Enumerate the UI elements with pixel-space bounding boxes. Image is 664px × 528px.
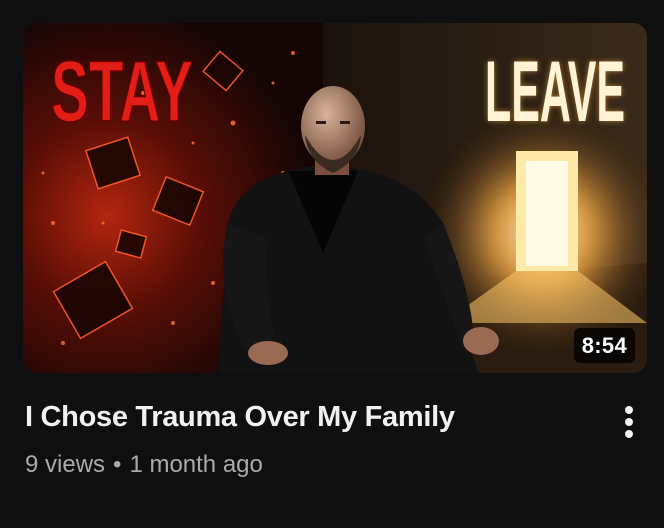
video-card[interactable]: STAY LEAVE LEAVE 8:54 I Chose Trauma Ove… <box>0 0 664 528</box>
thumbnail-stay-text: STAY <box>51 44 193 140</box>
vertical-ellipsis-icon-dot <box>625 418 633 426</box>
duration-badge: 8:54 <box>573 328 635 363</box>
meta-separator: • <box>113 451 122 478</box>
vertical-ellipsis-icon-dot <box>625 430 633 438</box>
vertical-ellipsis-icon <box>625 406 633 414</box>
view-count: 9 views <box>25 451 106 478</box>
thumbnail-artwork: STAY LEAVE LEAVE <box>23 23 647 373</box>
upload-age: 1 month ago <box>129 451 263 478</box>
thumbnail-leave-text: LEAVE <box>485 44 625 140</box>
video-metadata: 9 views • 1 month ago <box>25 451 263 479</box>
more-options-button[interactable] <box>612 402 646 442</box>
video-title[interactable]: I Chose Trauma Over My Family <box>25 401 455 434</box>
video-thumbnail[interactable]: STAY LEAVE LEAVE 8:54 <box>23 23 647 373</box>
